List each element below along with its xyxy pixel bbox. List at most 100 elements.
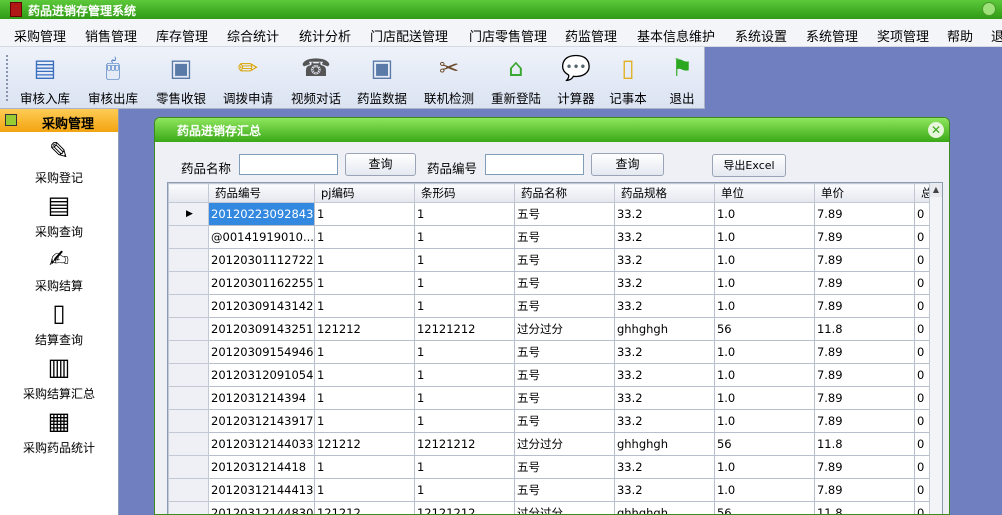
column-header-1[interactable]: pj编码 <box>313 183 415 203</box>
sidebar-item-1[interactable]: ▤ 采购查询 <box>0 190 118 244</box>
column-header-4[interactable]: 药品规格 <box>613 183 715 203</box>
row-header[interactable] <box>168 501 209 514</box>
column-header-6[interactable]: 单价 <box>813 183 915 203</box>
close-icon[interactable]: ✕ <box>928 122 944 138</box>
table-cell[interactable]: 56 <box>713 317 815 341</box>
menu-item-5[interactable]: 门店配送管理 <box>370 26 448 45</box>
menu-item-8[interactable]: 基本信息维护 <box>637 26 715 45</box>
table-cell[interactable]: 五号 <box>513 455 615 479</box>
menu-item-10[interactable]: 系统管理 <box>806 26 858 45</box>
table-cell[interactable]: 1.0 <box>713 271 815 295</box>
menu-item-12[interactable]: 帮助 <box>947 26 973 45</box>
menu-item-3[interactable]: 综合统计 <box>227 26 279 45</box>
row-header[interactable] <box>168 317 209 341</box>
table-cell[interactable]: 五号 <box>513 363 615 387</box>
table-cell[interactable]: 1.0 <box>713 294 815 318</box>
row-header[interactable] <box>168 248 209 272</box>
table-cell[interactable]: 20120312091054 <box>208 363 315 387</box>
table-cell[interactable]: 五号 <box>513 340 615 364</box>
table-cell[interactable]: 1.0 <box>713 248 815 272</box>
toolbar-button-9[interactable]: ▯ 记事本 <box>604 51 652 107</box>
table-cell[interactable]: 1 <box>413 271 515 295</box>
row-header[interactable] <box>168 271 209 295</box>
sidebar-item-5[interactable]: ▦ 采购药品统计 <box>0 406 118 460</box>
toolbar-grip[interactable] <box>6 55 9 101</box>
menu-item-4[interactable]: 统计分析 <box>299 26 351 45</box>
table-cell[interactable]: 7.89 <box>813 225 915 249</box>
table-cell[interactable]: 1 <box>313 225 415 249</box>
table-cell[interactable]: 1.0 <box>713 478 815 502</box>
menu-item-9[interactable]: 系统设置 <box>735 26 787 45</box>
table-cell[interactable]: 7.89 <box>813 455 915 479</box>
table-row[interactable]: @00141919010... 1 1 五号 33.2 1.0 7.89 0 <box>168 225 935 249</box>
table-cell[interactable]: 33.2 <box>613 363 715 387</box>
table-cell[interactable]: 五号 <box>513 386 615 410</box>
table-cell[interactable]: 20120309154946 <box>208 340 315 364</box>
table-cell[interactable]: 20120309143142 <box>208 294 315 318</box>
table-cell[interactable]: 20120309143251 <box>208 317 315 341</box>
table-cell[interactable]: 1.0 <box>713 225 815 249</box>
row-header[interactable] <box>168 386 209 410</box>
table-cell[interactable]: 11.8 <box>813 432 915 456</box>
table-row[interactable]: ▶ 20120223092843 1 1 五号 33.2 1.0 7.89 0 <box>168 202 935 226</box>
menu-item-0[interactable]: 采购管理 <box>14 26 66 45</box>
sidebar-item-2[interactable]: ✍ 采购结算 <box>0 244 118 298</box>
drug-name-input[interactable] <box>239 154 338 175</box>
table-cell[interactable]: 33.2 <box>613 225 715 249</box>
table-cell[interactable]: 33.2 <box>613 409 715 433</box>
table-row[interactable]: 20120312143917 1 1 五号 33.2 1.0 7.89 0 <box>168 409 935 433</box>
table-cell[interactable]: 33.2 <box>613 271 715 295</box>
toolbar-button-1[interactable]: 🖱 审核出库 <box>82 51 144 107</box>
table-cell[interactable]: 1 <box>313 363 415 387</box>
table-cell[interactable]: 五号 <box>513 478 615 502</box>
column-header-3[interactable]: 药品名称 <box>513 183 615 203</box>
table-cell[interactable]: 1 <box>313 271 415 295</box>
table-cell[interactable]: ghhghgh <box>613 432 715 456</box>
toolbar-button-7[interactable]: ⌂ 重新登陆 <box>487 51 545 107</box>
table-cell[interactable]: @00141919010... <box>208 225 315 249</box>
table-cell[interactable]: 7.89 <box>813 478 915 502</box>
table-cell[interactable]: 7.89 <box>813 202 915 226</box>
table-row[interactable]: 20120309143251 121212 12121212 过分过分 ghhghgh 5… <box>168 317 935 341</box>
table-cell[interactable]: 五号 <box>513 409 615 433</box>
toolbar-button-3[interactable]: ✏ 调拨申请 <box>217 51 279 107</box>
table-cell[interactable]: 过分过分 <box>513 501 615 514</box>
table-cell[interactable]: 7.89 <box>813 340 915 364</box>
table-cell[interactable]: 1.0 <box>713 202 815 226</box>
table-cell[interactable]: 1 <box>413 386 515 410</box>
table-cell[interactable]: 五号 <box>513 225 615 249</box>
window-control-button[interactable] <box>982 2 996 16</box>
table-cell[interactable]: 20120312144830 <box>208 501 315 514</box>
table-cell[interactable]: 20120301162255 <box>208 271 315 295</box>
table-cell[interactable]: 20120312143917 <box>208 409 315 433</box>
table-row[interactable]: 20120312144830 121212 12121212 过分过分 ghhghgh 5… <box>168 501 935 514</box>
column-header-5[interactable]: 单位 <box>713 183 815 203</box>
table-cell[interactable]: 1.0 <box>713 455 815 479</box>
table-cell[interactable]: 过分过分 <box>513 317 615 341</box>
drug-code-input[interactable] <box>485 154 584 175</box>
table-cell[interactable]: 33.2 <box>613 202 715 226</box>
table-row[interactable]: 20120301112722 1 1 五号 33.2 1.0 7.89 0 <box>168 248 935 272</box>
table-cell[interactable]: 1 <box>313 248 415 272</box>
table-cell[interactable]: 1 <box>313 455 415 479</box>
table-row[interactable]: 20120301162255 1 1 五号 33.2 1.0 7.89 0 <box>168 271 935 295</box>
table-row[interactable]: 20120312144413 1 1 五号 33.2 1.0 7.89 0 <box>168 478 935 502</box>
table-cell[interactable]: 1.0 <box>713 363 815 387</box>
menu-item-7[interactable]: 药监管理 <box>565 26 617 45</box>
table-row[interactable]: 20120312144033 121212 12121212 过分过分 ghhghgh 5… <box>168 432 935 456</box>
column-header-2[interactable]: 条形码 <box>413 183 515 203</box>
table-cell[interactable]: 五号 <box>513 202 615 226</box>
table-cell[interactable]: 20120312144033 <box>208 432 315 456</box>
table-cell[interactable]: 7.89 <box>813 409 915 433</box>
table-cell[interactable]: 1 <box>313 478 415 502</box>
sidebar-item-4[interactable]: ▥ 采购结算汇总 <box>0 352 118 406</box>
table-cell[interactable]: 33.2 <box>613 294 715 318</box>
table-cell[interactable]: 1.0 <box>713 340 815 364</box>
table-cell[interactable]: 7.89 <box>813 271 915 295</box>
menu-item-1[interactable]: 销售管理 <box>85 26 137 45</box>
vertical-scrollbar[interactable]: ▲ <box>929 183 942 514</box>
table-row[interactable]: 20120312091054 1 1 五号 33.2 1.0 7.89 0 <box>168 363 935 387</box>
table-row[interactable]: 2012031214394 1 1 五号 33.2 1.0 7.89 0 <box>168 386 935 410</box>
row-header[interactable] <box>168 455 209 479</box>
export-excel-button[interactable]: 导出Excel <box>712 154 786 177</box>
